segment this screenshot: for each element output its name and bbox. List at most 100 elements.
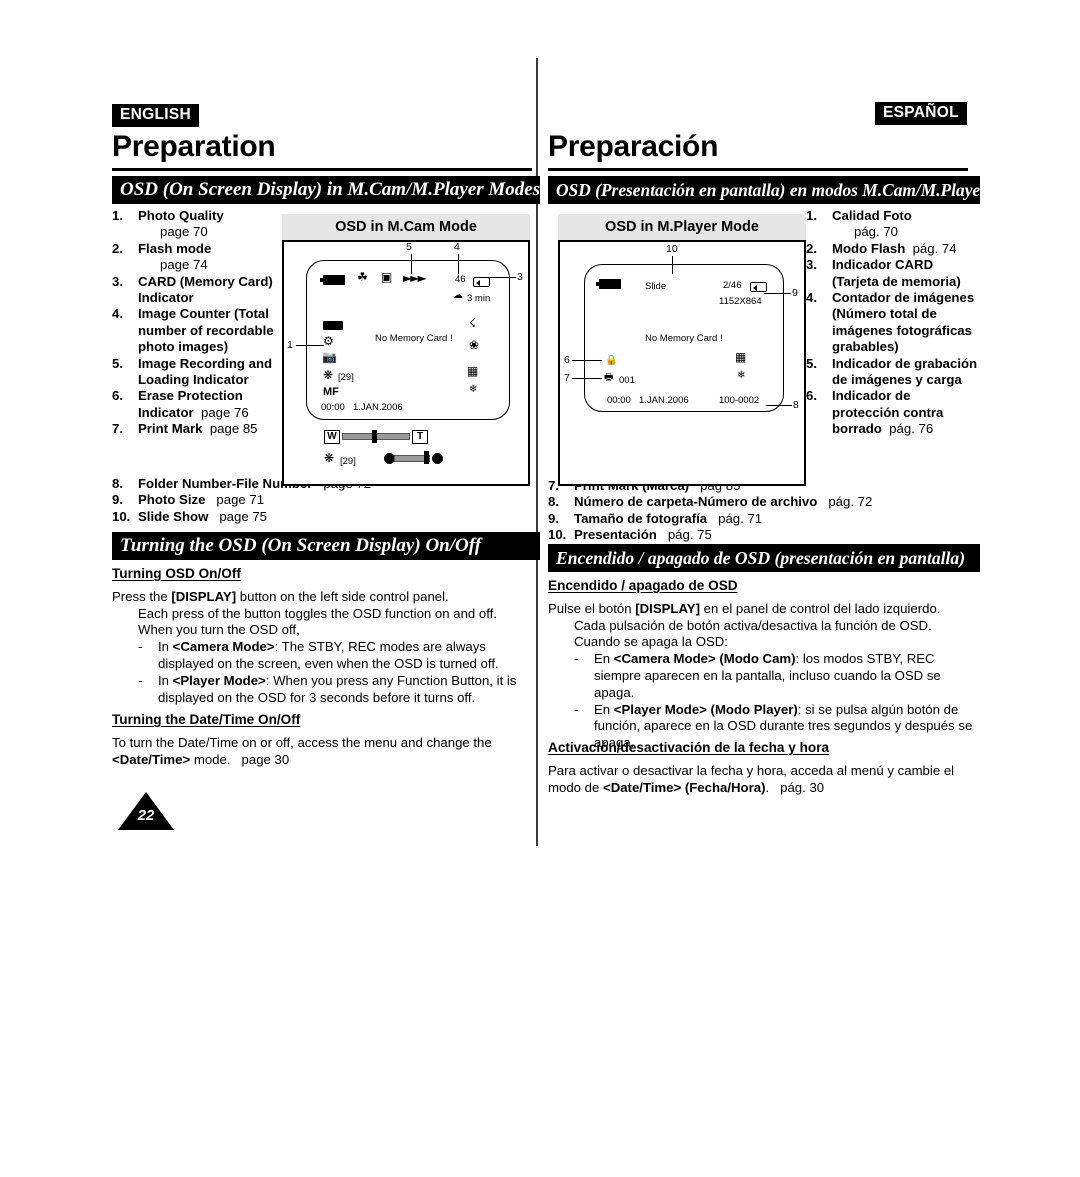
paragraph-when-off-spanish: Cuando se apaga la OSD: xyxy=(574,634,728,650)
turning-datetime-block-spanish: Activación/desactivación de la fecha y h… xyxy=(548,740,974,796)
aperture-icon-bottom: ❋ xyxy=(324,451,335,465)
sub-heading-datetime-spanish: Activación/desactivación de la fecha y h… xyxy=(548,740,830,755)
slide-show-label: Slide xyxy=(645,281,667,292)
list-item: 4. Image Counter (Total number of record… xyxy=(112,306,280,355)
flash-mode-icon: ☇ xyxy=(469,316,476,330)
page-title-english: Preparation xyxy=(112,130,276,163)
zoom-wide-button[interactable]: W xyxy=(324,430,340,444)
para-text: mode. xyxy=(190,751,231,767)
list-item-number: 4. xyxy=(806,290,817,306)
list-item-number: 9. xyxy=(548,510,559,526)
list-item-label: Presentación xyxy=(574,527,657,543)
zoom-thumb[interactable] xyxy=(372,430,377,443)
sub-heading-turning-osd-english: Turning OSD On/Off xyxy=(112,566,241,581)
list-item-label: Image Recording and Loading Indicator xyxy=(138,355,273,388)
para-text: Pulse el botón xyxy=(548,600,636,616)
list-item: 10. Presentación pág. 75 xyxy=(548,527,972,543)
osd-panel-title-text: OSD in M.Player Mode xyxy=(605,219,759,235)
section-bar-turning-spanish: Encendido / apagado de OSD (presentación… xyxy=(548,544,980,572)
para-page-ref: page 30 xyxy=(241,751,290,767)
osd-panel-mplayer: OSD in M.Player Mode 10 9 6 7 8 Slide 2/… xyxy=(558,214,806,486)
timestamp-time: 00:00 xyxy=(321,402,345,413)
aperture-value: [29] xyxy=(338,372,354,383)
list-item: 2. Flash mode page 74 xyxy=(112,241,280,274)
osd-screen-mplayer: 10 9 6 7 8 Slide 2/46 1152X864 No Memory… xyxy=(558,240,806,486)
screen-message: No Memory Card ! xyxy=(645,333,723,344)
list-item-page: pág. 72 xyxy=(828,494,873,510)
list-item-label: Print Mark xyxy=(138,421,203,437)
list-item-label: Photo Size xyxy=(138,492,206,508)
record-time-value: 3 min xyxy=(467,293,491,304)
list-item: 6. Erase Protection Indicator page 76 xyxy=(112,388,280,421)
bullet-player-mode-english: - In <Player Mode>: When you press any F… xyxy=(112,673,532,707)
list-item-label: Image Counter (Total number of recordabl… xyxy=(138,306,274,355)
osd-panel-title-mplayer: OSD in M.Player Mode xyxy=(558,214,806,240)
list-item: 5. Indicador de grabación de imágenes y … xyxy=(806,356,978,389)
list-item-page: pág. 75 xyxy=(667,527,712,543)
bullet-prefix: En xyxy=(594,701,614,717)
slide-show-icon: ❄ xyxy=(469,384,478,395)
list-item: 10. Slide Show page 75 xyxy=(112,509,532,525)
list-item-number: 1. xyxy=(112,208,123,223)
callout-5: 5 xyxy=(406,241,412,253)
player-mode-label: <Player Mode> xyxy=(172,672,266,688)
list-item: 5. Image Recording and Loading Indicator xyxy=(112,356,280,389)
list-item-label: Contador de imágenes (Número total de im… xyxy=(832,290,975,355)
list-item-number: 3. xyxy=(806,257,817,273)
callout-8: 8 xyxy=(793,399,799,411)
list-item-label: Indicador CARD (Tarjeta de memoria) xyxy=(832,257,961,289)
osd-legend-list-english: 1. Photo Quality page 70 2. Flash mode p… xyxy=(112,208,280,438)
erase-protection-lock-icon: 🔒 xyxy=(605,355,618,366)
effect-icon: ❀ xyxy=(469,338,480,352)
page-number-badge: 22 xyxy=(118,792,174,830)
bottom-aperture-value: [29] xyxy=(340,456,356,467)
callout-3: 3 xyxy=(517,271,523,283)
list-item-label: Número de carpeta-Número de archivo xyxy=(574,494,818,510)
manual-page: ENGLISH Preparation OSD (On Screen Displ… xyxy=(0,0,1080,1177)
focus-rod-thumb xyxy=(424,451,429,464)
image-index-value: 2/46 xyxy=(723,280,742,291)
image-counter-value: 46 xyxy=(455,274,466,285)
aperture-icon: ❋ xyxy=(323,368,334,382)
section-bar-osd-spanish: OSD (Presentación en pantalla) en modos … xyxy=(548,176,980,204)
page-title-spanish: Preparación xyxy=(548,130,719,163)
list-item: 3. CARD (Memory Card) Indicator xyxy=(112,274,280,307)
list-item-number: 2. xyxy=(806,240,817,256)
battery-icon xyxy=(320,275,345,285)
list-item-page: page 71 xyxy=(216,492,265,508)
list-item-label: CARD (Memory Card) Indicator xyxy=(138,273,273,306)
mplayer-lcd-screen: Slide 2/46 1152X864 No Memory Card ! 🔒 🖶… xyxy=(584,264,784,412)
list-item-number: 8. xyxy=(548,494,559,510)
camera-mode-label: <Camera Mode> xyxy=(172,639,275,655)
paragraph-toggle-spanish: Cada pulsación de botón activa/desactiva… xyxy=(574,617,932,633)
title-rule-english xyxy=(112,168,532,171)
osd-legend-list-spanish: 1. Calidad Foto pág. 70 2. Modo Flash pá… xyxy=(806,208,978,438)
bullet-dash: - xyxy=(138,639,143,655)
list-item-label: Indicador de grabación de imágenes y car… xyxy=(832,355,978,388)
list-item-page: page 75 xyxy=(219,508,268,524)
list-item-number: 10. xyxy=(548,527,567,543)
bullet-dash: - xyxy=(574,651,579,667)
list-item-number: 4. xyxy=(112,306,123,322)
section-bar-turning-english: Turning the OSD (On Screen Display) On/O… xyxy=(112,532,540,560)
camera-mode-label: <Camera Mode> (Modo Cam) xyxy=(613,651,796,667)
card-indicator-icon xyxy=(473,277,490,287)
list-item-label: Slide Show xyxy=(138,508,209,524)
image-recording-loading-icon: ►►► xyxy=(403,271,427,285)
display-button-label: [DISPLAY] xyxy=(171,588,237,604)
sub-heading-turning-osd-spanish: Encendido / apagado de OSD xyxy=(548,578,738,593)
list-item: 7. Print Mark page 85 xyxy=(112,421,280,437)
paragraph-datetime-english: To turn the Date/Time on or off, access … xyxy=(112,735,532,769)
zoom-tele-button[interactable]: T xyxy=(412,430,428,444)
photo-quality-icon xyxy=(323,321,343,330)
list-item-page: page 74 xyxy=(160,257,208,273)
bullet-dash: - xyxy=(138,672,143,688)
callout-6: 6 xyxy=(564,354,570,366)
print-count-value: 001 xyxy=(619,375,635,386)
photo-size-value: 1152X864 xyxy=(719,296,762,307)
list-item: 1. Photo Quality page 70 xyxy=(112,208,280,241)
page-number-text: 22 xyxy=(137,807,155,824)
turning-datetime-block-english: Turning the Date/Time On/Off To turn the… xyxy=(112,712,532,768)
macro-tulip-icon: ☘ xyxy=(357,270,368,284)
language-badge-spanish: ESPAÑOL xyxy=(875,102,967,125)
